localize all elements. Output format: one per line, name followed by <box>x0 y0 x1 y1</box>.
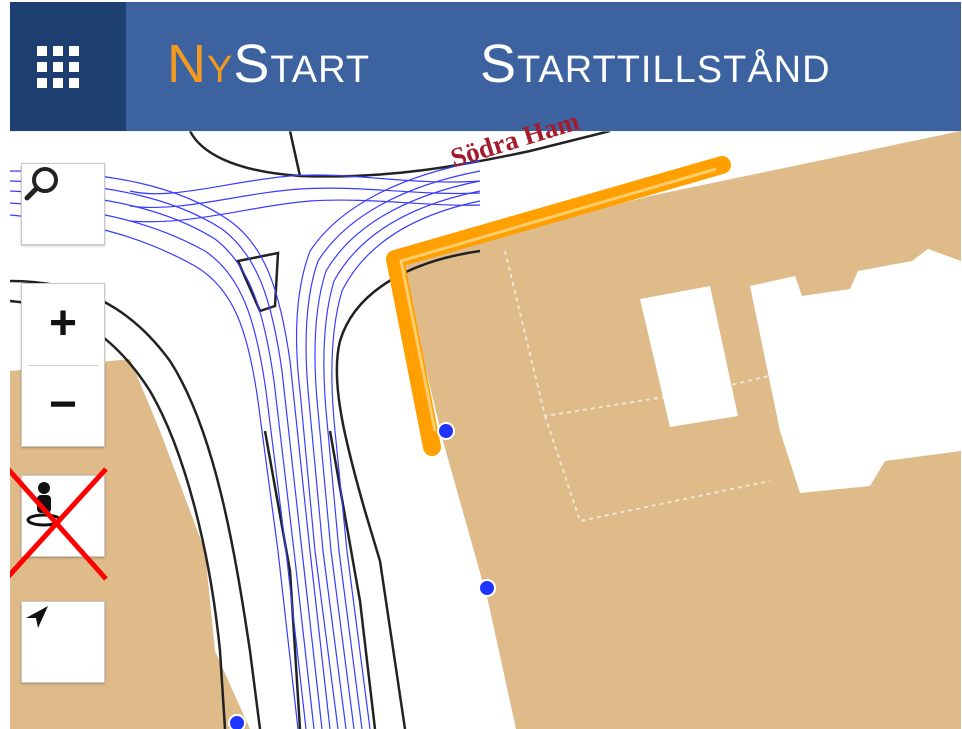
locate-button[interactable] <box>21 601 105 683</box>
brand-prefix: Ny <box>167 34 234 94</box>
brand-logo[interactable]: NyStart <box>167 34 370 94</box>
road-edge <box>328 430 377 729</box>
zoom-in-button[interactable]: + <box>22 284 104 364</box>
zoom-in-label: + <box>48 297 78 350</box>
search-icon <box>24 167 58 201</box>
zoom-control: + − <box>21 283 105 447</box>
disabled-cross-icon <box>10 467 108 581</box>
app-frame: NyStart Starttillstånd Södra Ham + − <box>10 2 961 729</box>
map-point <box>478 579 496 597</box>
zoom-out-button[interactable]: − <box>22 365 104 445</box>
map-point <box>228 714 246 729</box>
map-canvas[interactable]: Södra Ham + − <box>10 106 961 729</box>
map-layer <box>10 131 961 729</box>
page-title: Starttillstånd <box>480 34 831 94</box>
app-menu-button[interactable] <box>10 2 126 131</box>
locate-arrow-icon <box>26 606 48 628</box>
road-edge <box>263 430 302 729</box>
road-edge <box>288 131 302 177</box>
brand-suffix: Start <box>233 34 371 94</box>
map-search-button[interactable] <box>21 163 105 245</box>
map-point <box>437 422 455 440</box>
zoom-out-label: − <box>48 378 78 431</box>
grid-icon <box>37 46 79 88</box>
top-bar: NyStart Starttillstånd <box>10 2 961 131</box>
